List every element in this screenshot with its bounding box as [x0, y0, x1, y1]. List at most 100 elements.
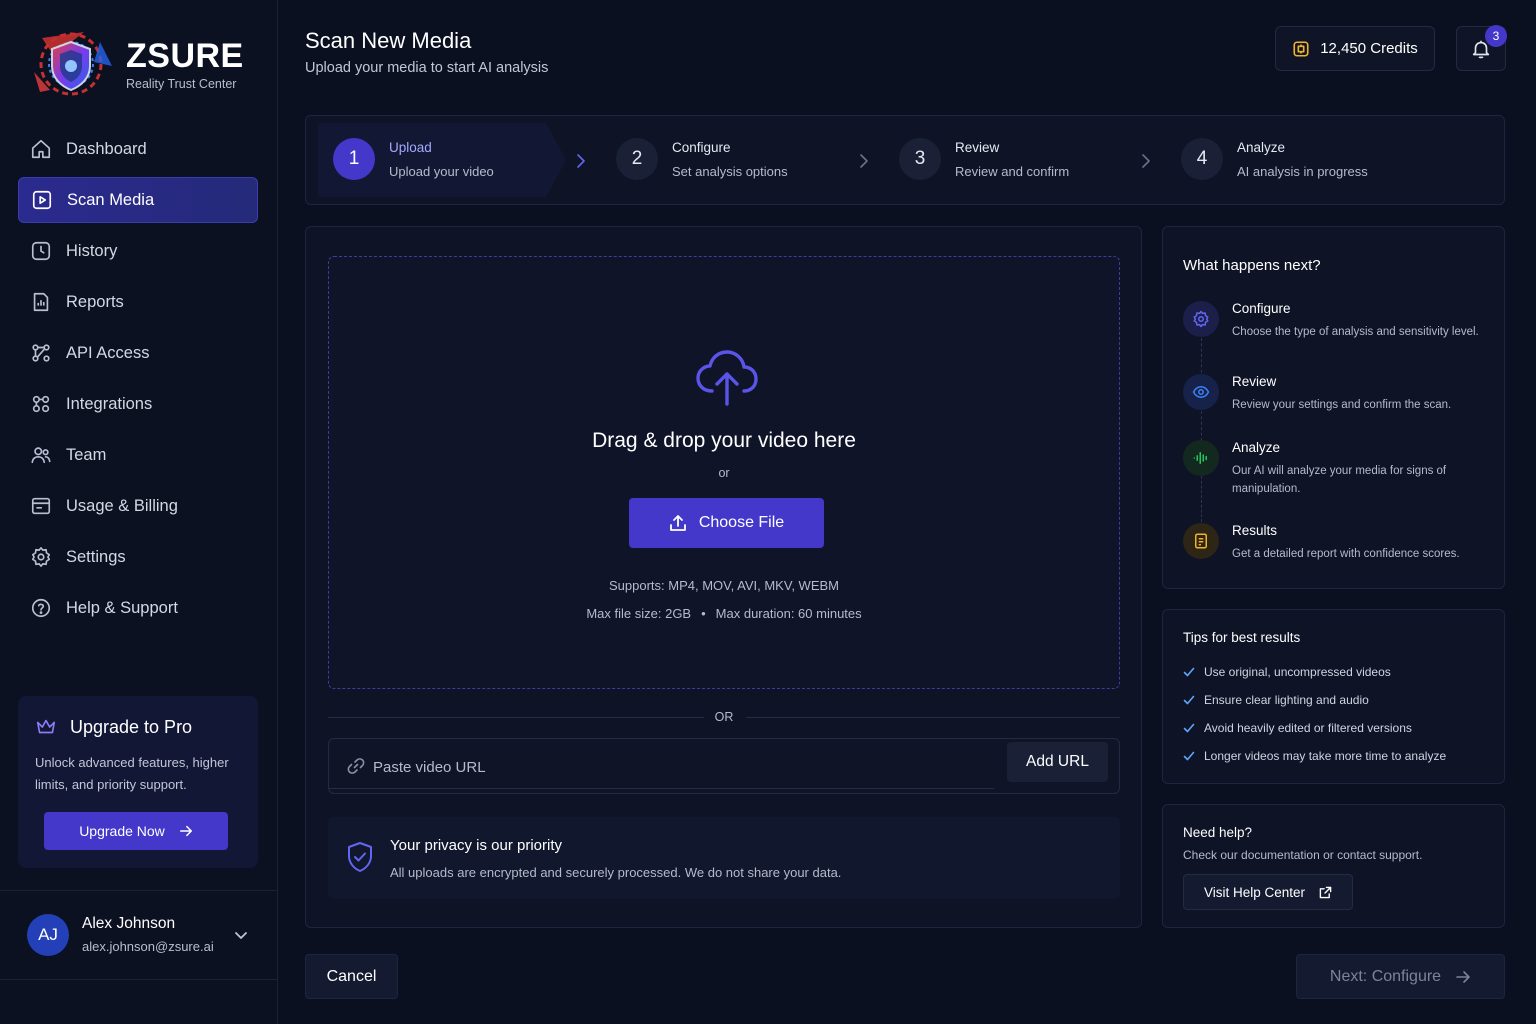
tip-item: Longer videos may take more time to anal… — [1183, 749, 1446, 763]
next-step-icon — [1183, 374, 1219, 410]
next-step-description: Review your settings and confirm the sca… — [1232, 399, 1452, 411]
sidebar-item-label: Integrations — [66, 394, 153, 413]
step-analyze[interactable]: 4 Analyze AI analysis in progress — [1181, 138, 1368, 180]
or-divider-text: OR — [714, 710, 734, 724]
user-name: Alex Johnson — [82, 915, 176, 932]
upload-panel: Drag & drop your video here or Choose Fi… — [305, 226, 1142, 928]
what-happens-next-card: What happens next? Configure Choose the … — [1162, 226, 1505, 589]
brand-tagline: Reality Trust Center — [126, 77, 237, 91]
sidebar-item-label: Settings — [66, 547, 126, 566]
step-label: Analyze — [1237, 139, 1286, 155]
gear-icon — [1193, 310, 1209, 328]
video-url-input[interactable] — [373, 747, 993, 787]
sidebar-item-dashboard[interactable]: Dashboard — [18, 126, 258, 172]
report-icon — [33, 292, 49, 312]
gear-icon — [31, 547, 51, 567]
tip-item: Ensure clear lighting and audio — [1183, 693, 1369, 707]
sidebar-item-label: History — [66, 241, 118, 260]
play-square-icon — [32, 190, 52, 210]
help-card: Need help? Check our documentation or co… — [1162, 804, 1505, 928]
visit-help-center-button[interactable]: Visit Help Center — [1183, 874, 1353, 910]
notifications-button[interactable]: 3 — [1456, 25, 1507, 71]
sidebar: ZSURE Reality Trust Center Dashboard Sca… — [0, 0, 278, 1024]
sidebar-item-team[interactable]: Team — [18, 432, 258, 478]
step-number: 1 — [333, 138, 375, 180]
tips-card: Tips for best results Use original, unco… — [1162, 609, 1505, 784]
brand-name: ZSURE — [126, 37, 244, 75]
chevron-right-icon — [577, 154, 585, 168]
team-icon — [31, 447, 51, 464]
upgrade-now-button[interactable]: Upgrade Now — [44, 812, 228, 850]
max-duration: Max duration: 60 minutes — [715, 606, 862, 621]
user-menu[interactable]: AJ Alex Johnson alex.johnson@zsure.ai — [0, 890, 278, 980]
step-description: Set analysis options — [672, 163, 788, 179]
sidebar-item-settings[interactable]: Settings — [18, 534, 258, 580]
url-input-underline — [329, 788, 994, 789]
check-icon — [1183, 723, 1195, 733]
step-description: Upload your video — [389, 163, 494, 179]
api-icon — [32, 344, 50, 362]
next-step-icon — [1183, 523, 1219, 559]
sidebar-item-label: Dashboard — [66, 139, 147, 158]
supported-formats: Supports: MP4, MOV, AVI, MKV, WEBM — [609, 578, 839, 593]
tip-item: Use original, uncompressed videos — [1183, 665, 1391, 679]
sidebar-item-label: API Access — [66, 343, 150, 362]
tips-title: Tips for best results — [1183, 630, 1301, 645]
sidebar-item-label: Reports — [66, 292, 124, 311]
privacy-description: All uploads are encrypted and securely p… — [390, 865, 842, 880]
integrations-icon — [32, 395, 50, 413]
sidebar-item-usage-billing[interactable]: Usage & Billing — [18, 483, 258, 529]
next-step-label: Analyze — [1232, 440, 1281, 455]
credits-icon — [1293, 40, 1309, 57]
document-icon — [1195, 533, 1207, 549]
avatar: AJ — [27, 914, 69, 956]
cloud-upload-icon — [696, 350, 758, 406]
help-description: Check our documentation or contact suppo… — [1183, 848, 1423, 862]
next-configure-button[interactable]: Next: Configure — [1296, 954, 1505, 999]
credits-badge[interactable]: 12,450 Credits — [1275, 26, 1435, 71]
drop-title: Drag & drop your video here — [592, 429, 856, 452]
cancel-button[interactable]: Cancel — [305, 954, 398, 999]
upgrade-description: Unlock advanced features, higher limits,… — [35, 755, 229, 792]
step-upload[interactable]: 1 Upload Upload your video — [333, 138, 494, 180]
sidebar-item-label: Usage & Billing — [66, 496, 178, 515]
max-file-size: Max file size: 2GB — [586, 606, 692, 621]
step-description: Review and confirm — [955, 163, 1070, 179]
help-icon — [31, 598, 51, 618]
step-review[interactable]: 3 Review Review and confirm — [899, 138, 1069, 180]
arrow-right-icon — [1456, 970, 1470, 983]
home-icon — [31, 139, 51, 159]
sidebar-item-help-support[interactable]: Help & Support — [18, 585, 258, 631]
step-label: Review — [955, 139, 1000, 155]
user-email: alex.johnson@zsure.ai — [82, 939, 214, 954]
dropzone[interactable]: Drag & drop your video here or Choose Fi… — [328, 256, 1120, 689]
link-icon — [347, 758, 365, 774]
arrow-right-icon — [179, 825, 192, 837]
sidebar-item-scan-media[interactable]: Scan Media — [18, 177, 258, 223]
timeline-connector — [1201, 338, 1202, 378]
upload-limits: Max file size: 2GB • Max duration: 60 minu… — [329, 606, 1119, 621]
chevron-down-icon[interactable] — [233, 927, 249, 943]
separator-dot: • — [701, 606, 706, 621]
choose-file-button[interactable]: Choose File — [629, 498, 824, 548]
brand[interactable]: ZSURE Reality Trust Center — [24, 26, 244, 102]
next-step-label: Review — [1232, 374, 1277, 389]
privacy-title: Your privacy is our priority — [390, 837, 563, 854]
step-configure[interactable]: 2 Configure Set analysis options — [616, 138, 788, 180]
sidebar-item-reports[interactable]: Reports — [18, 279, 258, 325]
help-title: Need help? — [1183, 825, 1253, 840]
drop-or-text: or — [718, 466, 730, 480]
sidebar-item-integrations[interactable]: Integrations — [18, 381, 258, 427]
timeline-connector — [1201, 411, 1202, 441]
sidebar-item-label: Scan Media — [67, 190, 155, 209]
sidebar-item-history[interactable]: History — [18, 228, 258, 274]
next-step-icon — [1183, 440, 1219, 476]
chevron-right-icon — [860, 154, 868, 168]
add-url-button[interactable]: Add URL — [1007, 742, 1108, 782]
next-step-description: Our AI will analyze your media for signs… — [1232, 465, 1447, 495]
check-icon — [1183, 667, 1195, 677]
next-step-label: Results — [1232, 523, 1278, 538]
step-label: Configure — [672, 139, 731, 155]
sidebar-item-api-access[interactable]: API Access — [18, 330, 258, 376]
billing-icon — [31, 497, 51, 515]
